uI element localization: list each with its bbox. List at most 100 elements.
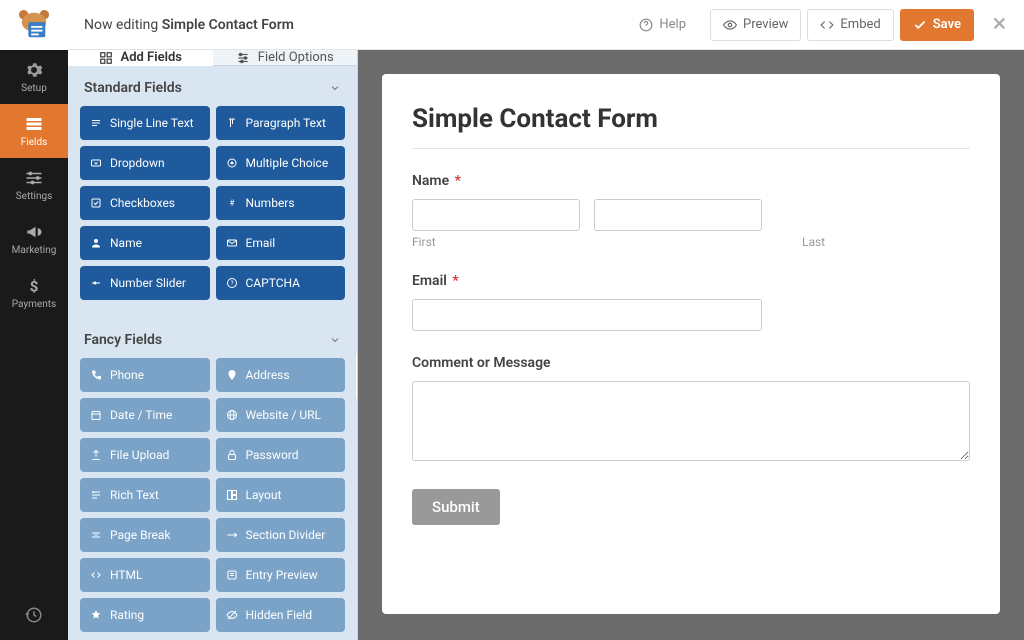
field-date-time[interactable]: Date / Time xyxy=(80,398,210,432)
field-email[interactable]: Email * xyxy=(412,273,970,331)
field-icon: # xyxy=(226,197,238,209)
comment-textarea[interactable] xyxy=(412,381,970,461)
rail-settings-label: Settings xyxy=(16,191,53,202)
field-icon xyxy=(90,277,102,289)
field-icon xyxy=(226,529,238,541)
help-icon xyxy=(639,18,653,32)
field-page-break[interactable]: Page Break xyxy=(80,518,210,552)
field-number-slider[interactable]: Number Slider xyxy=(80,266,210,300)
code-icon xyxy=(820,18,834,32)
field-icon xyxy=(226,237,238,249)
field-icon xyxy=(90,449,102,461)
field-icon xyxy=(226,369,238,381)
form-preview: Simple Contact Form Name * First Last Em… xyxy=(382,74,1000,614)
field-icon xyxy=(226,569,238,581)
field-checkboxes[interactable]: Checkboxes xyxy=(80,186,210,220)
field-icon xyxy=(90,369,102,381)
rail-fields[interactable]: Fields xyxy=(0,104,68,158)
last-name-input[interactable] xyxy=(594,199,762,231)
field-icon: ? xyxy=(226,277,238,289)
field-rating[interactable]: Rating xyxy=(80,598,210,632)
field-comment[interactable]: Comment or Message xyxy=(412,355,970,465)
field-html[interactable]: HTML xyxy=(80,558,210,592)
field-icon xyxy=(90,489,102,501)
rail-payments-label: Payments xyxy=(12,299,56,310)
field-captcha[interactable]: ?CAPTCHA xyxy=(216,266,346,300)
tab-field-options[interactable]: Field Options xyxy=(213,50,358,66)
left-rail: Setup Fields Settings Marketing $ Paymen… xyxy=(0,0,68,640)
last-sublabel: Last xyxy=(802,235,970,249)
fields-panel: Add Fields Field Options ‹ Standard Fiel… xyxy=(68,50,358,640)
svg-text:#: # xyxy=(229,199,234,208)
field-icon xyxy=(226,489,238,501)
submit-button[interactable]: Submit xyxy=(412,489,500,525)
field-single-line-text[interactable]: Single Line Text xyxy=(80,106,210,140)
check-icon xyxy=(913,18,927,32)
divider xyxy=(412,148,970,149)
preview-button[interactable]: Preview xyxy=(710,9,801,41)
sliders-icon xyxy=(25,169,43,187)
field-email[interactable]: Email xyxy=(216,226,346,260)
first-name-input[interactable] xyxy=(412,199,580,231)
collapse-handle[interactable]: ‹ xyxy=(355,352,358,400)
name-label: Name * xyxy=(412,173,970,189)
field-icon xyxy=(226,157,238,169)
tab-add-fields[interactable]: Add Fields xyxy=(68,50,213,66)
field-icon xyxy=(90,609,102,621)
editing-label: Now editing Simple Contact Form xyxy=(84,17,294,33)
rail-history[interactable] xyxy=(0,590,68,640)
dollar-icon: $ xyxy=(25,277,43,295)
grid-icon xyxy=(99,51,113,65)
field-file-upload[interactable]: File Upload xyxy=(80,438,210,472)
field-layout[interactable]: Layout xyxy=(216,478,346,512)
field-section-divider[interactable]: Section Divider xyxy=(216,518,346,552)
rail-marketing[interactable]: Marketing xyxy=(0,212,68,266)
field-icon xyxy=(226,117,238,129)
field-address[interactable]: Address xyxy=(216,358,346,392)
field-name[interactable]: Name xyxy=(80,226,210,260)
email-input[interactable] xyxy=(412,299,762,331)
logo xyxy=(0,0,68,50)
eye-icon xyxy=(723,18,737,32)
field-icon xyxy=(226,609,238,621)
section-standard-header[interactable]: Standard Fields xyxy=(68,66,357,106)
section-fancy-header[interactable]: Fancy Fields xyxy=(68,318,357,358)
field-icon xyxy=(90,529,102,541)
field-icon xyxy=(90,117,102,129)
rail-setup-label: Setup xyxy=(21,83,47,94)
field-rich-text[interactable]: Rich Text xyxy=(80,478,210,512)
help-button[interactable]: Help xyxy=(627,9,698,41)
field-website-url[interactable]: Website / URL xyxy=(216,398,346,432)
field-hidden-field[interactable]: Hidden Field xyxy=(216,598,346,632)
rail-settings[interactable]: Settings xyxy=(0,158,68,212)
field-multiple-choice[interactable]: Multiple Choice xyxy=(216,146,346,180)
field-icon xyxy=(226,409,238,421)
field-name[interactable]: Name * First Last xyxy=(412,173,970,249)
canvas: Simple Contact Form Name * First Last Em… xyxy=(358,50,1024,640)
chevron-down-icon xyxy=(329,82,341,94)
rail-payments[interactable]: $ Payments xyxy=(0,266,68,320)
list-icon xyxy=(25,115,43,133)
history-icon xyxy=(25,606,43,624)
chevron-down-icon xyxy=(329,334,341,346)
embed-button[interactable]: Embed xyxy=(807,9,893,41)
close-icon xyxy=(990,14,1008,32)
field-dropdown[interactable]: Dropdown xyxy=(80,146,210,180)
gear-icon xyxy=(25,61,43,79)
field-icon xyxy=(90,409,102,421)
field-password[interactable]: Password xyxy=(216,438,346,472)
form-title: Simple Contact Form xyxy=(412,104,970,134)
rail-marketing-label: Marketing xyxy=(12,245,57,256)
bullhorn-icon xyxy=(25,223,43,241)
field-paragraph-text[interactable]: Paragraph Text xyxy=(216,106,346,140)
rail-setup[interactable]: Setup xyxy=(0,50,68,104)
field-numbers[interactable]: #Numbers xyxy=(216,186,346,220)
field-phone[interactable]: Phone xyxy=(80,358,210,392)
field-entry-preview[interactable]: Entry Preview xyxy=(216,558,346,592)
save-button[interactable]: Save xyxy=(900,9,974,41)
comment-label: Comment or Message xyxy=(412,355,970,371)
field-icon xyxy=(90,569,102,581)
field-icon xyxy=(90,157,102,169)
svg-text:?: ? xyxy=(230,280,233,287)
close-button[interactable] xyxy=(990,13,1008,37)
